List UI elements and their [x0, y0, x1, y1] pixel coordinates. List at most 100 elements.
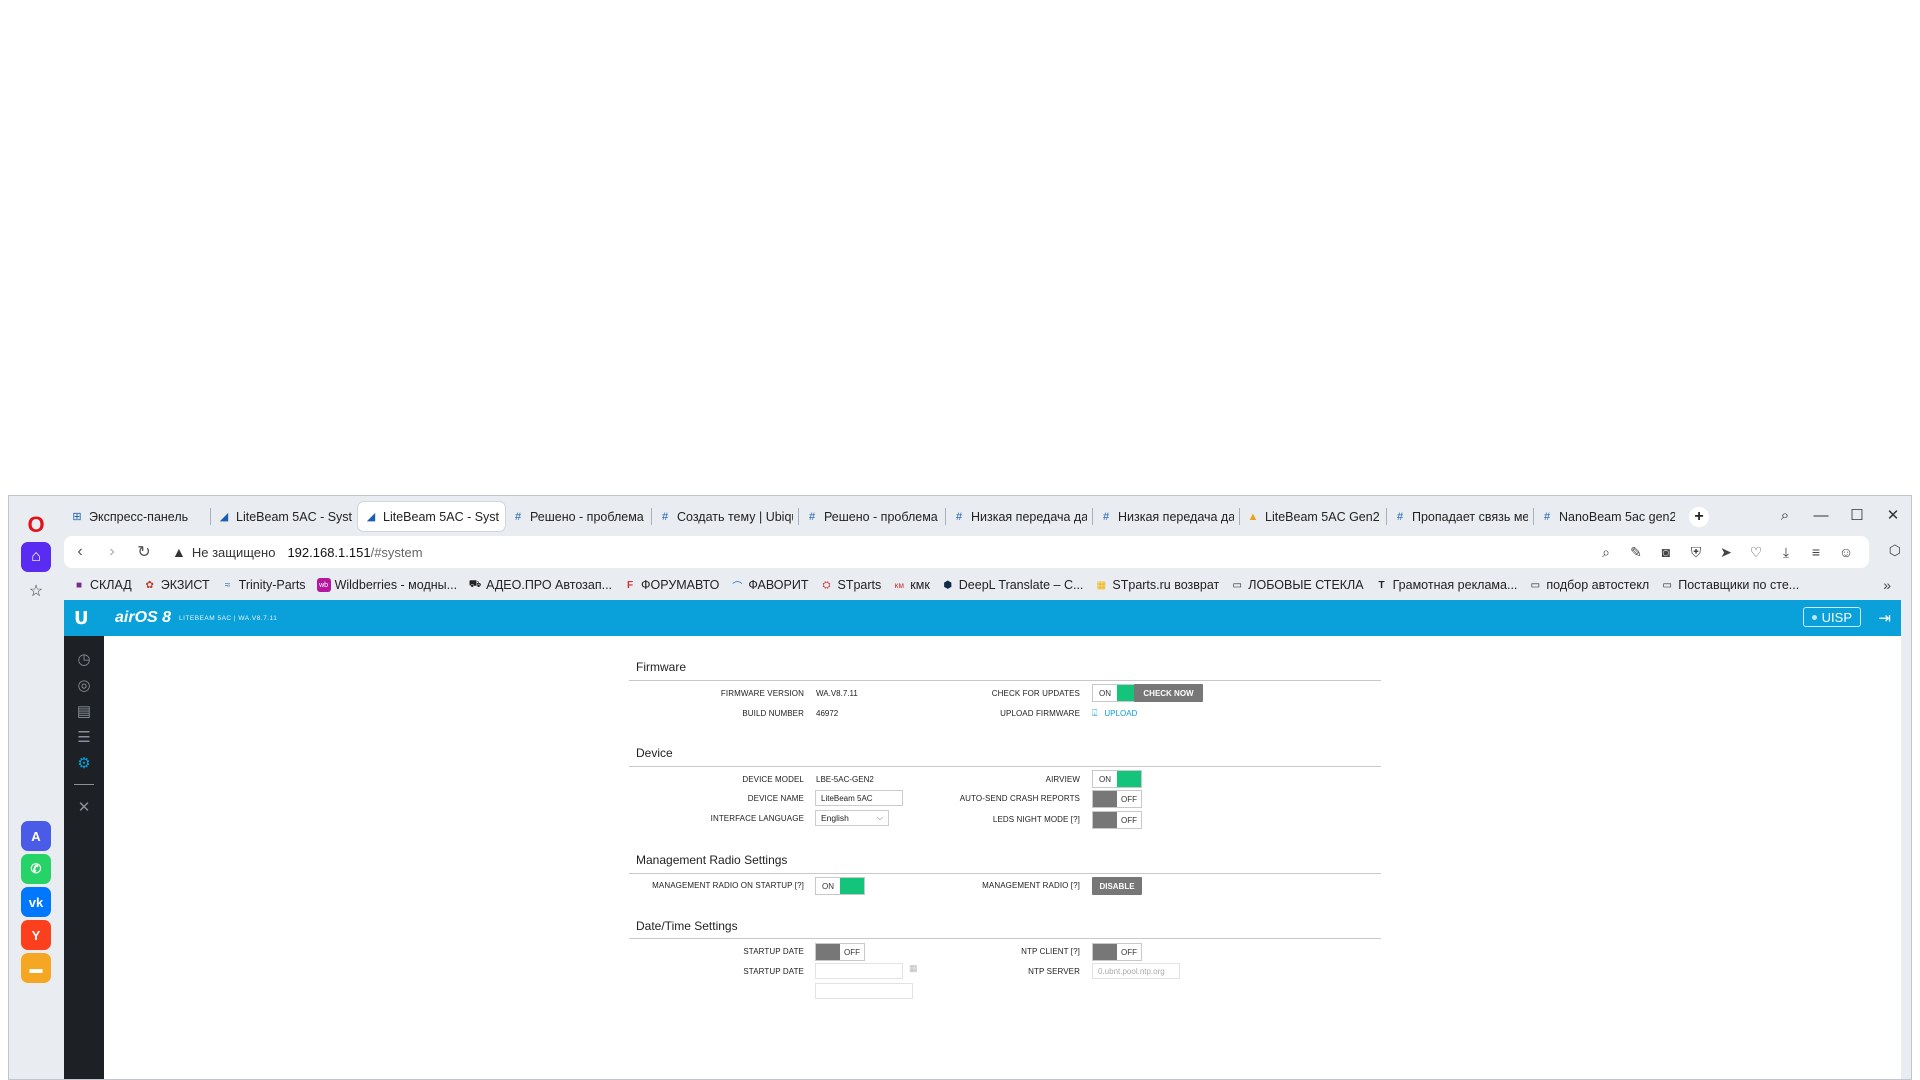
warning-icon[interactable]: ▲ [172, 544, 186, 560]
download-icon[interactable]: ⤓ [1771, 544, 1801, 561]
ubnt-icon: ◢ [219, 511, 229, 523]
bookmark-5[interactable]: F ФОРУМАВТО [623, 578, 719, 592]
new-tab-button[interactable]: + [1689, 507, 1709, 527]
menu-icon[interactable]: ≡ [1801, 544, 1831, 560]
bookmark-4[interactable]: ⛟ АДЕО.ПРО Автозап... [468, 578, 612, 592]
wireless-icon[interactable]: ◎ [74, 676, 94, 696]
sidebar-divider [74, 784, 94, 785]
bookmark-9[interactable]: ⬢ DeepL Translate – С... [941, 578, 1083, 592]
bookmarks-overflow-icon[interactable]: » [1883, 577, 1891, 593]
tab-8[interactable]: ▲ LiteBeam 5AC Gen2 п... [1240, 502, 1387, 531]
bookmark-6[interactable]: ⌒ ФАВОРИТ [730, 578, 808, 593]
tab-3[interactable]: # Решено - проблема с ... [505, 502, 652, 531]
bookmark-1[interactable]: ✿ ЭКЗИСТ [143, 578, 210, 592]
selected-language: English [821, 813, 849, 823]
shield-icon[interactable]: ⛨ [1681, 544, 1711, 561]
tab-10[interactable]: # NanoBeam 5ac gen2 ... [1534, 502, 1681, 531]
tab-label: Низкая передача дан... [971, 509, 1087, 524]
aria-app-icon[interactable]: A [21, 821, 51, 851]
logout-icon[interactable]: ⇥ [1878, 609, 1891, 627]
tab-4[interactable]: # Создать тему | Ubiquiti [652, 502, 799, 531]
tools-icon[interactable]: ✕ [74, 798, 94, 818]
heart-icon[interactable]: ♡ [1741, 544, 1771, 561]
status-dot [1811, 614, 1817, 620]
grid-icon: ⊞ [72, 511, 82, 523]
system-gear-icon[interactable]: ⚙ [74, 754, 94, 774]
search-icon[interactable]: ⌕ [1591, 544, 1621, 561]
bookmark-12[interactable]: T Грамотная реклама... [1375, 578, 1518, 592]
bookmark-11[interactable]: ▭ ЛОБОВЫЕ СТЕКЛА [1230, 578, 1364, 592]
star-icon[interactable]: ☆ [21, 576, 51, 606]
crash-reports-label: AUTO-SEND CRASH REPORTS [959, 794, 1080, 803]
bookmark-label: Поставщики по сте... [1678, 578, 1800, 592]
network-icon[interactable]: ▤ [74, 702, 94, 722]
uisp-button[interactable]: UISP [1802, 607, 1861, 627]
tab-7[interactable]: # Низкая передача дан... [1093, 502, 1240, 531]
airos-header: U airOS 8 LITEBEAM 5AC | WA.V8.7.11 UISP… [64, 600, 1901, 636]
check-updates-label: CHECK FOR UPDATES [991, 689, 1080, 698]
home-icon[interactable]: ⌂ [21, 542, 51, 572]
bookmark-14[interactable]: ▭ Поставщики по сте... [1660, 578, 1800, 592]
tab-search-icon[interactable]: ⌕ [1767, 507, 1803, 524]
services-icon[interactable]: ☰ [74, 728, 94, 748]
bookmark-0[interactable]: ■ СКЛАД [72, 578, 132, 592]
minimize-icon[interactable]: — [1803, 507, 1839, 524]
back-icon[interactable]: ‹ [64, 543, 96, 561]
wallet-icon[interactable]: ▬ [21, 953, 51, 983]
tab-label: Создать тему | Ubiquiti [677, 509, 793, 524]
bookmark-icon: ⛭ [822, 579, 831, 591]
leds-night-mode-label: LEDS NIGHT MODE [?] [992, 815, 1080, 824]
section-divider [629, 873, 1381, 874]
page-viewport: U airOS 8 LITEBEAM 5AC | WA.V8.7.11 UISP… [64, 600, 1901, 1079]
bookmark-7[interactable]: ⛭ STparts [819, 578, 881, 592]
yandex-icon[interactable]: Y [21, 920, 51, 950]
reload-icon[interactable]: ↻ [128, 542, 160, 562]
crash-reports-toggle[interactable]: OFF [1092, 790, 1142, 808]
security-label[interactable]: Не защищено [192, 545, 276, 560]
tab-6[interactable]: # Низкая передача дан... [946, 502, 1093, 531]
browser-sidebar: O ⌂ ☆ A ✆ vk Y ▬ [9, 496, 64, 1079]
maximize-icon[interactable]: ☐ [1839, 506, 1875, 524]
tab-0[interactable]: ⊞ Экспресс-панель [64, 502, 211, 531]
system-settings: Firmware FIRMWARE VERSION WA.V8.7.11 BUI… [629, 636, 1381, 1079]
uisp-label: UISP [1821, 609, 1852, 625]
profile-icon[interactable]: ☺ [1831, 544, 1861, 560]
startup-date-toggle[interactable]: OFF [815, 943, 865, 961]
url-field[interactable]: 192.168.1.151/#system [287, 545, 422, 560]
bookmark-10[interactable]: ▦ STparts.ru возврат [1094, 578, 1220, 592]
bookmark-2[interactable]: ≈ Trinity-Parts [221, 578, 306, 592]
tab-label: LiteBeam 5AC Gen2 п... [1265, 509, 1381, 524]
bookmark-8[interactable]: ĸм кмк [892, 578, 930, 592]
bookmark-3[interactable]: wb Wildberries - модны... [316, 578, 457, 592]
leds-night-mode-toggle[interactable]: OFF [1092, 811, 1142, 829]
extensions-icon[interactable]: ⬡ [1889, 542, 1901, 559]
ntp-server-input[interactable]: 0.ubnt.pool.ntp.org [1092, 963, 1180, 979]
forward-icon[interactable]: › [96, 543, 128, 561]
ntp-server-label: NTP SERVER [1028, 967, 1080, 976]
vk-icon[interactable]: vk [21, 887, 51, 917]
interface-language-select[interactable]: English ⌵ [815, 810, 889, 826]
airview-label: AIRVIEW [1045, 775, 1080, 784]
edit-icon[interactable]: ✎ [1621, 544, 1651, 561]
tab-9[interactable]: # Пропадает связь меж... [1387, 502, 1534, 531]
send-icon[interactable]: ➤ [1711, 544, 1741, 561]
close-icon[interactable]: ✕ [1875, 506, 1911, 524]
tab-5[interactable]: # Решено - проблема с ... [799, 502, 946, 531]
airview-toggle[interactable]: ON [1092, 770, 1142, 788]
dashboard-icon[interactable]: ◷ [74, 650, 94, 670]
device-model-value: LBE-5AC-GEN2 [816, 775, 874, 784]
bookmark-label: Trinity-Parts [238, 578, 306, 592]
upload-link[interactable]: ⍗ UPLOAD [1092, 708, 1137, 719]
tab-1[interactable]: ◢ LiteBeam 5AC - System [211, 502, 358, 531]
ntp-client-toggle[interactable]: OFF [1092, 943, 1142, 961]
tab-2-active[interactable]: ◢ LiteBeam 5AC - System - ... [358, 502, 505, 531]
management-radio-startup-toggle[interactable]: ON [815, 877, 865, 895]
bookmark-13[interactable]: ▭ подбор автостекл [1528, 578, 1650, 592]
forum-icon: # [661, 510, 669, 523]
opera-logo-icon[interactable]: O [21, 510, 51, 540]
check-now-button[interactable]: CHECK NOW [1134, 684, 1203, 702]
startup-time-input[interactable] [815, 983, 913, 999]
whatsapp-icon[interactable]: ✆ [21, 854, 51, 884]
camera-icon[interactable]: ◙ [1651, 544, 1681, 560]
disable-button[interactable]: DISABLE [1092, 877, 1142, 895]
